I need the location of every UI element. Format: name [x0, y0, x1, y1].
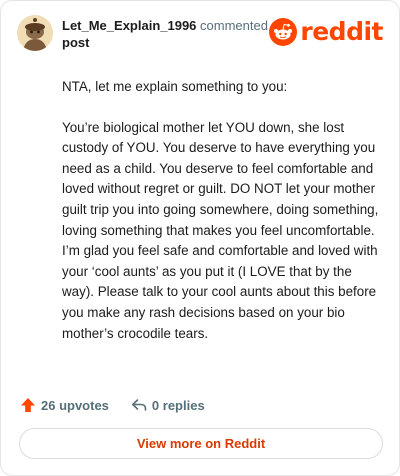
comment-body: NTA, let me explain something to you: Yo… [62, 77, 382, 364]
comment-paragraph: NTA, let me explain something to you: [62, 79, 288, 94]
post-link[interactable]: post [62, 34, 292, 51]
embedded-comment-card: Let_Me_Explain_1996 commented on post re… [0, 0, 400, 476]
reddit-wordmark: reddit [300, 17, 383, 46]
reply-arrow-icon [131, 399, 147, 411]
reddit-logo[interactable]: reddit [269, 17, 383, 47]
replies-count: 0 replies [151, 397, 205, 413]
comment-stats: 26 upvotes 0 replies [20, 395, 227, 415]
avatar[interactable] [17, 15, 53, 51]
comment-paragraph: You’re biological mother let YOU down, s… [62, 119, 379, 341]
replies-stat[interactable]: 0 replies [131, 397, 205, 413]
upvotes-stat[interactable]: 26 upvotes [20, 397, 109, 413]
reddit-snoo-icon [269, 18, 298, 46]
comment-meta: Let_Me_Explain_1996 commented on post [62, 17, 292, 51]
upvotes-count: 26 upvotes [41, 397, 109, 413]
upvote-arrow-icon [21, 398, 35, 412]
username-link[interactable]: Let_Me_Explain_1996 [62, 18, 196, 33]
comment-header: Let_Me_Explain_1996 commented on post re… [17, 15, 385, 55]
snoo-avatar-icon [17, 15, 53, 51]
view-more-button[interactable]: View more on Reddit [19, 428, 383, 459]
